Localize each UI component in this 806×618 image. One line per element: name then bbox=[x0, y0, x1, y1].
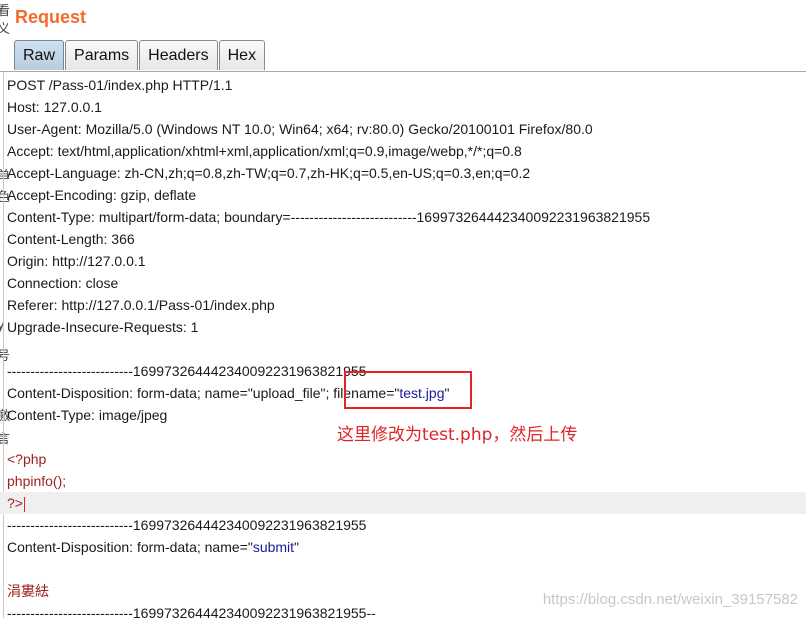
header-accept-language: Accept-Language: zh-CN,zh;q=0.8,zh-TW;q=… bbox=[7, 165, 531, 181]
header-origin: Origin: http://127.0.0.1 bbox=[7, 253, 146, 269]
header-host: Host: 127.0.0.1 bbox=[7, 99, 102, 115]
header-connection: Connection: close bbox=[7, 275, 119, 291]
php-close-line: ?> bbox=[0, 492, 806, 514]
text-cursor bbox=[23, 496, 25, 512]
disposition-prefix: Content-Disposition: form-data; name=" bbox=[7, 539, 253, 555]
header-accept: Accept: text/html,application/xhtml+xml,… bbox=[7, 143, 522, 159]
header-accept-encoding: Accept-Encoding: gzip, deflate bbox=[7, 187, 197, 203]
tab-hex[interactable]: Hex bbox=[218, 40, 266, 70]
view-tabs: Raw Params Headers Hex bbox=[14, 40, 266, 71]
tab-headers[interactable]: Headers bbox=[139, 40, 218, 70]
raw-request-editor[interactable]: POST /Pass-01/index.php HTTP/1.1 Host: 1… bbox=[0, 74, 806, 618]
panel-title: Request bbox=[15, 7, 87, 27]
header-upgrade-insecure: Upgrade-Insecure-Requests: 1 bbox=[7, 319, 199, 335]
php-call: phpinfo(); bbox=[7, 473, 67, 489]
multipart-boundary: ---------------------------1699732644423… bbox=[7, 517, 367, 533]
annotation-note: 这里修改为test.php，然后上传 bbox=[337, 425, 578, 445]
tab-raw[interactable]: Raw bbox=[14, 40, 65, 70]
php-close-tag: ?> bbox=[7, 495, 23, 511]
submit-content-disposition: Content-Disposition: form-data; name="su… bbox=[7, 536, 806, 558]
tabs-divider bbox=[0, 71, 806, 72]
disposition-prefix: Content-Disposition: form-data; name="up… bbox=[7, 385, 400, 401]
tab-params[interactable]: Params bbox=[65, 40, 139, 70]
filename-highlight-box bbox=[344, 371, 472, 409]
header-referer: Referer: http://127.0.0.1/Pass-01/index.… bbox=[7, 297, 275, 313]
header-content-length: Content-Length: 366 bbox=[7, 231, 135, 247]
php-open-tag: <?php bbox=[7, 451, 47, 467]
disposition-suffix: " bbox=[294, 539, 300, 555]
request-line: POST /Pass-01/index.php HTTP/1.1 bbox=[7, 77, 233, 93]
header-content-type: Content-Type: multipart/form-data; bound… bbox=[7, 209, 651, 225]
watermark: https://blog.csdn.net/weixin_39157582 bbox=[542, 591, 798, 608]
header-user-agent: User-Agent: Mozilla/5.0 (Windows NT 10.0… bbox=[7, 121, 593, 137]
request-panel: 看 义 单 色 y 号 激 言 Request Raw Params Heade… bbox=[0, 0, 806, 618]
editor-left-border bbox=[3, 72, 4, 618]
field-name-submit: submit bbox=[252, 539, 295, 555]
